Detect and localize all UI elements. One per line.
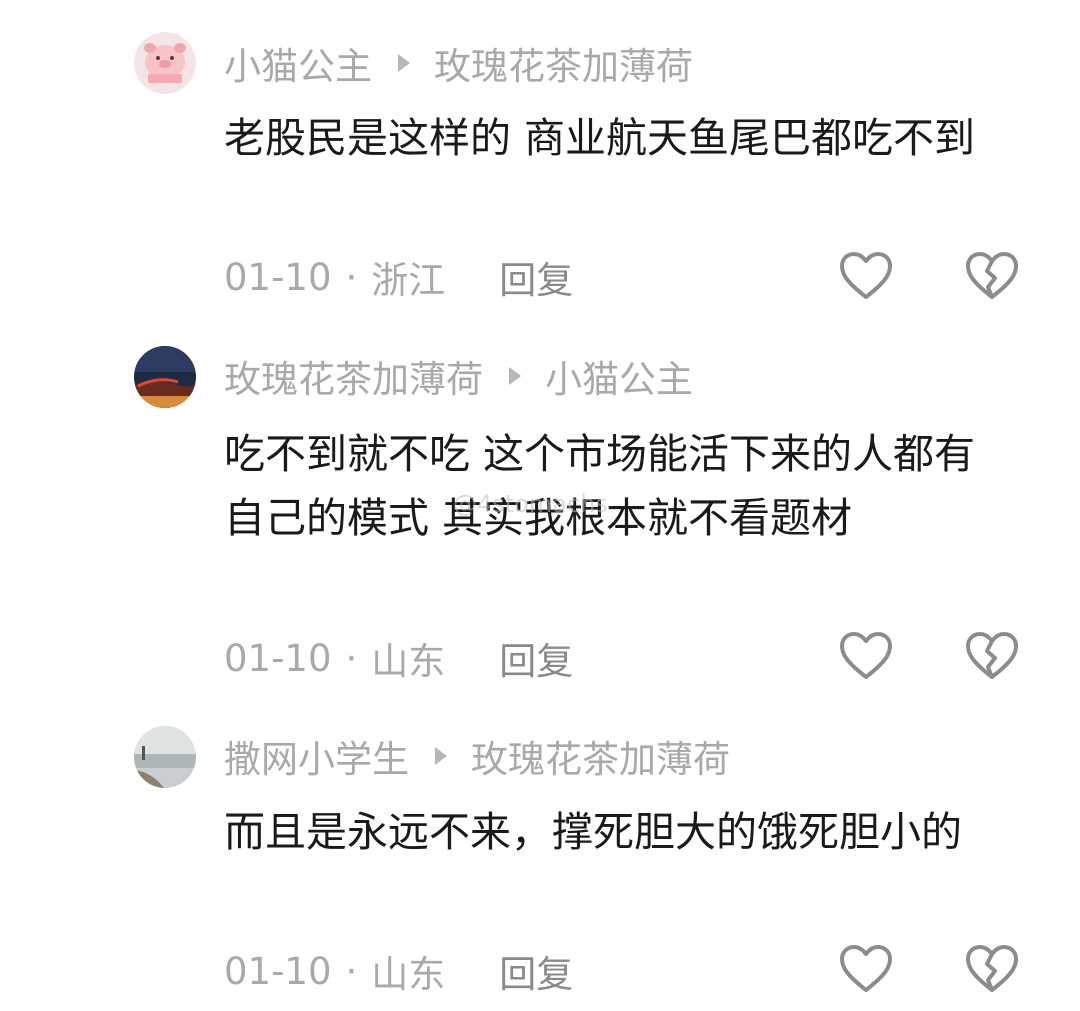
- comment-header: 玫瑰花茶加薄荷 小猫公主: [224, 351, 693, 401]
- watermark: @4stomachs: [453, 490, 608, 518]
- avatar[interactable]: [134, 726, 196, 788]
- author-name[interactable]: 撒网小学生: [224, 729, 409, 783]
- avatar[interactable]: [134, 32, 196, 94]
- broken-heart-icon: [966, 252, 1018, 299]
- separator-dot: ·: [345, 255, 358, 299]
- comment-date: 01-10: [224, 255, 332, 299]
- reply-to-name[interactable]: 玫瑰花茶加薄荷: [434, 36, 693, 90]
- sunset-avatar-icon: [134, 346, 196, 408]
- comment-location: 山东: [371, 640, 446, 683]
- heart-icon: [840, 945, 892, 992]
- comment-location: 山东: [371, 953, 446, 996]
- comment-header: 撒网小学生 玫瑰花茶加薄荷: [224, 731, 730, 781]
- reply-button[interactable]: 回复: [499, 944, 573, 998]
- comment-text: 老股民是这样的 商业航天鱼尾巴都吃不到: [224, 114, 976, 162]
- comment-date: 01-10: [224, 949, 332, 993]
- reply-arrow-icon: [435, 747, 447, 765]
- comment-header: 小猫公主 玫瑰花茶加薄荷: [224, 38, 693, 88]
- heart-icon: [840, 252, 892, 299]
- reply-to-name[interactable]: 玫瑰花茶加薄荷: [471, 729, 730, 783]
- comment-meta: 01-10 · 山东 回复: [224, 944, 573, 998]
- reply-button[interactable]: 回复: [499, 631, 573, 685]
- like-button[interactable]: [838, 631, 894, 681]
- comment-text: 而且是永远不来，撑死胆大的饿死胆小的: [224, 808, 962, 856]
- dislike-button[interactable]: [964, 631, 1020, 681]
- comment-meta: 01-10 · 山东 回复: [224, 631, 573, 685]
- comment-location: 浙江: [371, 259, 446, 302]
- dislike-button[interactable]: [964, 251, 1020, 301]
- like-button[interactable]: [838, 944, 894, 994]
- author-name[interactable]: 玫瑰花茶加薄荷: [224, 349, 483, 403]
- reply-button[interactable]: 回复: [499, 250, 573, 304]
- separator-dot: ·: [345, 636, 358, 680]
- like-button[interactable]: [838, 251, 894, 301]
- heart-icon: [840, 632, 892, 679]
- pig-avatar-icon: [134, 32, 196, 94]
- author-name[interactable]: 小猫公主: [224, 36, 372, 90]
- reply-arrow-icon: [509, 367, 521, 385]
- separator-dot: ·: [345, 949, 358, 993]
- broken-heart-icon: [966, 945, 1018, 992]
- comment-date: 01-10: [224, 636, 332, 680]
- dislike-button[interactable]: [964, 944, 1020, 994]
- reply-arrow-icon: [398, 54, 410, 72]
- broken-heart-icon: [966, 632, 1018, 679]
- comment-text: 吃不到就不吃 这个市场能活下来的人都有自己的模式 其实我根本就不看题材: [224, 430, 976, 542]
- comment-meta: 01-10 · 浙江 回复: [224, 250, 573, 304]
- lake-avatar-icon: [134, 726, 196, 788]
- avatar[interactable]: [134, 346, 196, 408]
- reply-to-name[interactable]: 小猫公主: [545, 349, 693, 403]
